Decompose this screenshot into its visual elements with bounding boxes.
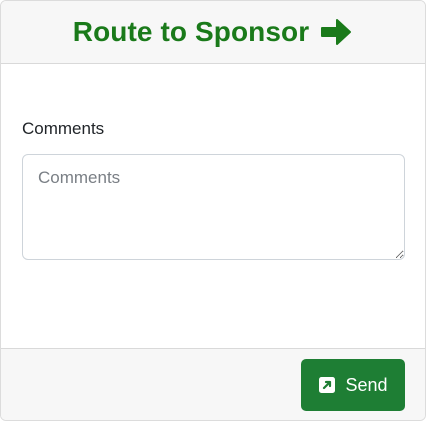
send-button-label: Send [345, 374, 388, 395]
comments-label: Comments [22, 119, 105, 138]
comments-textarea[interactable] [22, 154, 405, 260]
send-button[interactable]: Send [301, 359, 405, 411]
external-link-square-icon [319, 377, 336, 393]
route-to-sponsor-card: Route to Sponsor Comments Send [0, 0, 426, 421]
card-footer: Send [1, 348, 425, 420]
arrow-right-icon [321, 19, 352, 45]
card-body: Comments [1, 64, 425, 348]
card-title: Route to Sponsor [72, 16, 310, 47]
card-header: Route to Sponsor [1, 1, 425, 64]
